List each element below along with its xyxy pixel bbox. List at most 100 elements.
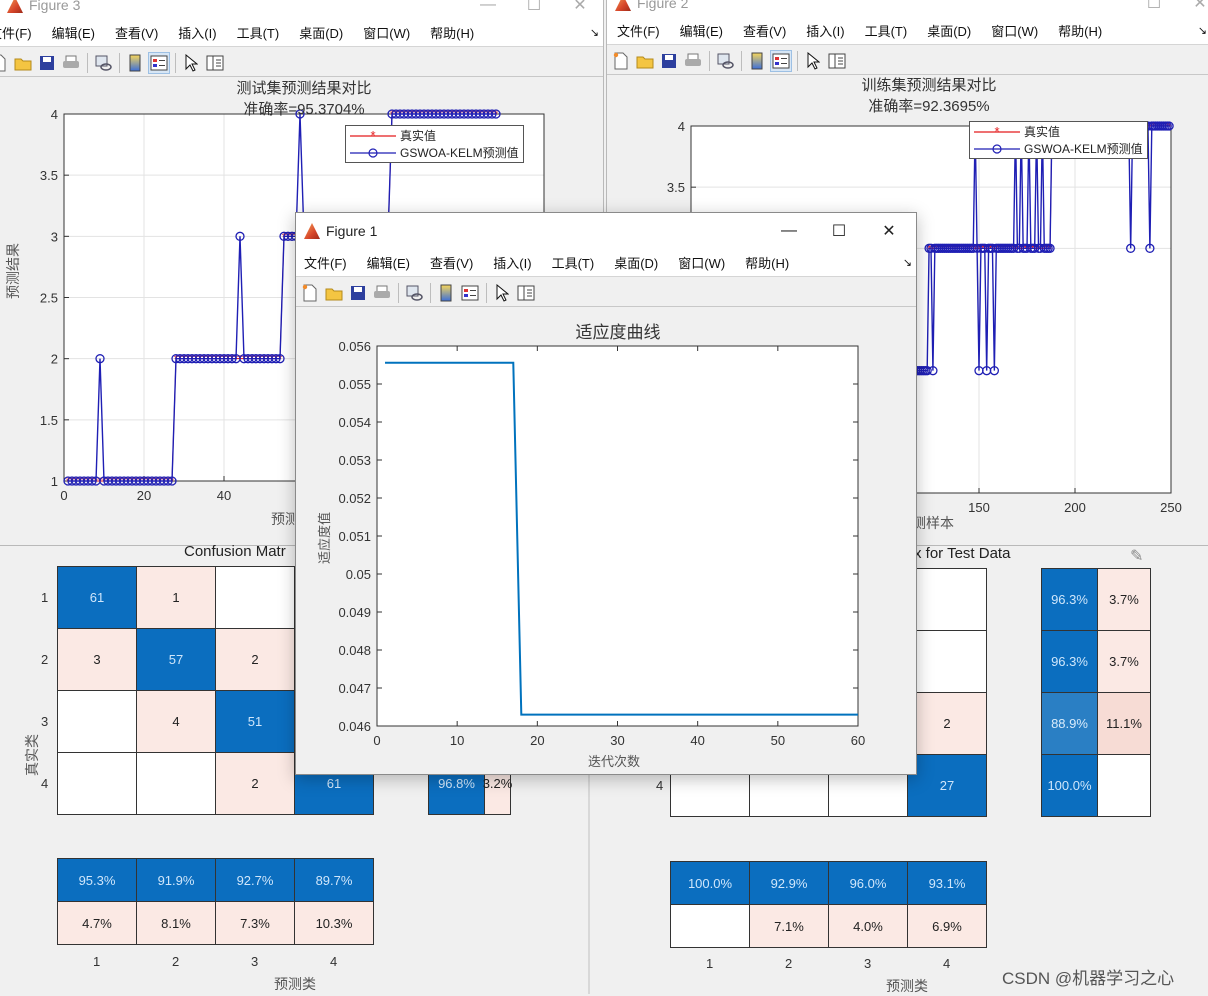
column-summary-cell: 4.7%: [57, 901, 137, 945]
legend-icon[interactable]: [770, 49, 792, 72]
menu-bar: 文件(F) 编辑(E) 查看(V) 插入(I) 工具(T) 桌面(D) 窗口(W) 帮助(H)…: [607, 17, 1208, 45]
menu-item-3[interactable]: 插入(I): [493, 253, 531, 272]
row-class-label: 4: [656, 778, 664, 793]
confusion-cell: [57, 752, 137, 815]
new-figure-icon[interactable]: [611, 51, 631, 71]
toolbar-separator: [398, 282, 399, 303]
menu-item-2[interactable]: 查看(V): [115, 23, 158, 42]
menu-item-7[interactable]: 帮助(H): [1058, 21, 1102, 40]
save-icon[interactable]: [348, 283, 368, 303]
link-figure-icon[interactable]: [715, 51, 735, 71]
menu-item-4[interactable]: 工具(T): [865, 21, 908, 40]
menu-item-7[interactable]: 帮助(H): [430, 23, 474, 42]
figure1-window: Figure 1 — ☐ ✕ 文件(F) 编辑(E) 查看(V) 插入(I) 工具(T)…: [295, 212, 917, 775]
confusion-cell: 1: [136, 566, 216, 629]
save-icon[interactable]: [659, 51, 679, 71]
confusion-cell: [136, 752, 216, 815]
col-class-label: 2: [172, 954, 180, 969]
x-tick-label: 20: [530, 733, 544, 748]
toolbar-separator: [119, 52, 120, 73]
row-class-label: 3: [41, 714, 49, 729]
menu-item-2[interactable]: 查看(V): [430, 253, 473, 272]
print-icon[interactable]: [61, 53, 81, 73]
menu-item-6[interactable]: 窗口(W): [678, 253, 725, 272]
col-class-label: 1: [706, 956, 714, 971]
print-icon[interactable]: [683, 51, 703, 71]
toolbar-separator: [430, 282, 431, 303]
confusion-cell: [907, 630, 987, 693]
column-summary-cell: 92.9%: [749, 861, 829, 905]
colorbar-icon[interactable]: [125, 53, 145, 73]
menu-item-0[interactable]: 文件(F): [304, 253, 347, 272]
dock-figure-icon[interactable]: ↘: [590, 26, 599, 39]
dock-figure-icon[interactable]: ↘: [1198, 24, 1207, 37]
menu-item-0[interactable]: 文件(F): [617, 21, 660, 40]
open-icon[interactable]: [13, 53, 33, 73]
row-summary-cell: 100.0%: [1041, 754, 1098, 817]
menu-item-3[interactable]: 插入(I): [178, 23, 216, 42]
pointer-icon[interactable]: [803, 51, 823, 71]
close-button[interactable]: ✕: [866, 213, 912, 249]
pointer-icon[interactable]: [492, 283, 512, 303]
plot-legend: * 真实值 GSWOA-KELM预测值: [345, 125, 524, 163]
menu-item-7[interactable]: 帮助(H): [745, 253, 789, 272]
open-icon[interactable]: [635, 51, 655, 71]
y-tick-label: 1: [51, 474, 58, 489]
menu-item-6[interactable]: 窗口(W): [363, 23, 410, 42]
link-figure-icon[interactable]: [93, 53, 113, 73]
maximize-button[interactable]: ☐: [816, 213, 862, 249]
x-tick-label: 150: [968, 500, 990, 515]
y-tick-label: 0.054: [338, 415, 371, 430]
menu-item-5[interactable]: 桌面(D): [927, 21, 971, 40]
pointer-icon[interactable]: [181, 53, 201, 73]
y-tick-label: 0.056: [338, 339, 371, 354]
y-tick-label: 4: [51, 107, 58, 122]
x-tick-label: 20: [137, 488, 151, 503]
menu-item-2[interactable]: 查看(V): [743, 21, 786, 40]
new-figure-icon[interactable]: [300, 283, 320, 303]
menu-item-6[interactable]: 窗口(W): [991, 21, 1038, 40]
row-summary-cell: 96.3%: [1041, 630, 1098, 693]
menu-item-1[interactable]: 编辑(E): [367, 253, 410, 272]
x-tick-label: 0: [60, 488, 67, 503]
x-tick-label: 60: [851, 733, 865, 748]
save-icon[interactable]: [37, 53, 57, 73]
matlab-logo-icon: [7, 0, 23, 13]
colorbar-icon[interactable]: [436, 283, 456, 303]
property-inspector-icon[interactable]: [827, 51, 847, 71]
property-inspector-icon[interactable]: [205, 53, 225, 73]
print-icon[interactable]: [372, 283, 392, 303]
legend-icon[interactable]: [460, 283, 480, 303]
new-figure-icon[interactable]: [0, 53, 9, 73]
menu-item-1[interactable]: 编辑(E): [52, 23, 95, 42]
minimize-button[interactable]: —: [766, 213, 812, 249]
legend-icon[interactable]: [148, 51, 170, 74]
confusion-cell: 2: [215, 752, 295, 815]
menu-item-1[interactable]: 编辑(E): [680, 21, 723, 40]
menu-item-4[interactable]: 工具(T): [237, 23, 280, 42]
figure1-titlebar[interactable]: Figure 1 — ☐ ✕: [296, 213, 916, 249]
colorbar-icon[interactable]: [747, 51, 767, 71]
open-icon[interactable]: [324, 283, 344, 303]
toolbar-separator: [486, 282, 487, 303]
link-figure-icon[interactable]: [404, 283, 424, 303]
menu-item-3[interactable]: 插入(I): [806, 21, 844, 40]
menu-item-4[interactable]: 工具(T): [552, 253, 595, 272]
property-inspector-icon[interactable]: [516, 283, 536, 303]
dock-figure-icon[interactable]: ↘: [903, 256, 912, 269]
y-tick-label: 3: [51, 229, 58, 244]
edit-plot-icon[interactable]: ✎: [1130, 546, 1143, 566]
y-tick-label: 1.5: [40, 413, 58, 428]
menu-item-5[interactable]: 桌面(D): [299, 23, 343, 42]
confusion-cell: 61: [57, 566, 137, 629]
row-summary-cell: 88.9%: [1041, 692, 1098, 755]
x-tick-label: 10: [450, 733, 464, 748]
col-class-label: 4: [330, 954, 338, 969]
y-tick-label: 2.5: [40, 291, 58, 306]
column-summary-cell: 96.0%: [828, 861, 908, 905]
x-tick-label: 40: [217, 488, 231, 503]
confusion-cell: 3: [57, 628, 137, 691]
menu-item-5[interactable]: 桌面(D): [614, 253, 658, 272]
menu-item-0[interactable]: 文件(F): [0, 23, 32, 42]
confusion-cell: 57: [136, 628, 216, 691]
